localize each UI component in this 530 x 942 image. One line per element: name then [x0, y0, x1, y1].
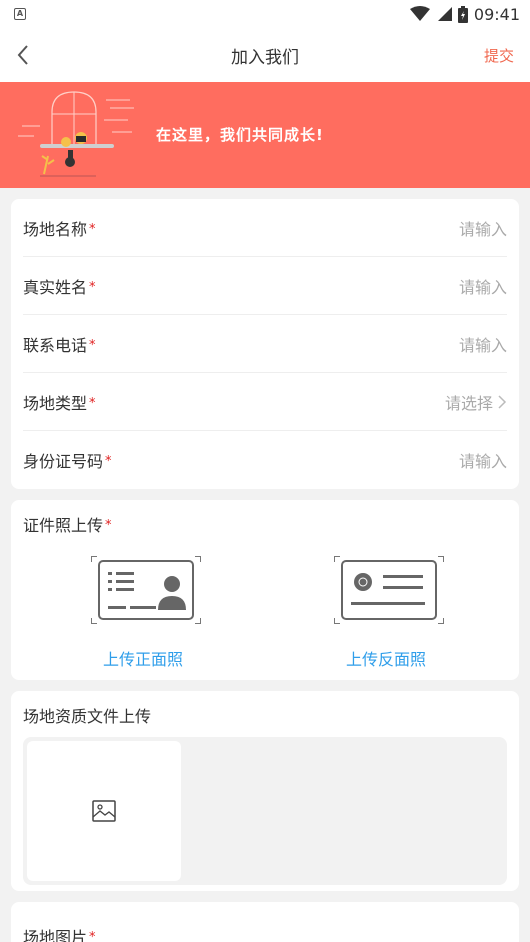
real-name-field[interactable]: 真实姓名 * 请输入 — [23, 257, 507, 315]
field-label: 真实姓名 — [23, 277, 88, 297]
venue-name-field[interactable]: 场地名称 * 请输入 — [23, 199, 507, 257]
info-form: 场地名称 * 请输入 真实姓名 * 请输入 联系电话 * 请输入 场地类型 * 请选择 … — [11, 199, 519, 489]
upload-slot[interactable] — [27, 741, 181, 881]
chevron-right-icon — [498, 394, 507, 409]
field-placeholder: 请选择 — [444, 393, 493, 413]
construction-illustration — [18, 91, 134, 177]
signal-icon — [437, 7, 452, 21]
field-label: 场地名称 — [23, 219, 88, 239]
page-title: 加入我们 — [231, 47, 299, 68]
id-card-front-icon — [98, 560, 194, 620]
qualification-upload: 场地资质文件上传 — [11, 691, 519, 891]
venue-type-select[interactable]: 场地类型 * 请选择 — [23, 373, 507, 431]
upload-front-link[interactable]: 上传正面照 — [73, 646, 213, 670]
section-title: 场地图片 — [23, 928, 88, 942]
phone-field[interactable]: 联系电话 * 请输入 — [23, 315, 507, 373]
banner-slogan: 在这里，我们共同成长! — [156, 126, 324, 144]
join-banner: 在这里，我们共同成长! — [0, 82, 530, 188]
upload-back-link[interactable]: 上传反面照 — [316, 646, 456, 670]
submit-button[interactable]: 提交 — [484, 45, 514, 66]
chevron-left-icon[interactable] — [16, 43, 40, 67]
status-time: 09:41 — [473, 4, 520, 24]
venue-images-upload: 场地图片 * — [11, 902, 519, 942]
required-mark: * — [89, 337, 96, 353]
id-photo-upload: 证件照上传 * 上传正面照 上传反面照 — [11, 500, 519, 680]
nav-bar: 加入我们 提交 — [0, 28, 530, 82]
required-mark: * — [105, 518, 112, 533]
id-front-upload[interactable] — [91, 556, 201, 624]
image-icon — [92, 800, 116, 822]
id-number-field[interactable]: 身份证号码 * 请输入 — [23, 431, 507, 489]
field-label: 场地类型 — [23, 393, 88, 413]
id-back-upload[interactable] — [334, 556, 444, 624]
wifi-icon — [409, 6, 430, 21]
id-card-back-icon — [341, 560, 437, 620]
required-mark: * — [89, 395, 96, 411]
section-title: 证件照上传 — [23, 516, 104, 535]
required-mark: * — [89, 221, 96, 237]
required-mark: * — [105, 454, 112, 469]
required-mark: * — [89, 279, 96, 295]
field-placeholder[interactable]: 请输入 — [459, 448, 507, 472]
battery-icon — [457, 5, 468, 23]
upload-area — [23, 737, 507, 885]
status-bar: A 09:41 — [0, 0, 530, 28]
field-placeholder[interactable]: 请输入 — [459, 216, 507, 240]
section-title: 场地资质文件上传 — [23, 707, 152, 726]
field-placeholder[interactable]: 请输入 — [459, 274, 507, 298]
notification-icon: A — [14, 8, 26, 20]
required-mark: * — [89, 930, 96, 942]
field-placeholder[interactable]: 请输入 — [459, 332, 507, 356]
field-label: 身份证号码 — [23, 452, 104, 471]
field-label: 联系电话 — [23, 335, 88, 355]
